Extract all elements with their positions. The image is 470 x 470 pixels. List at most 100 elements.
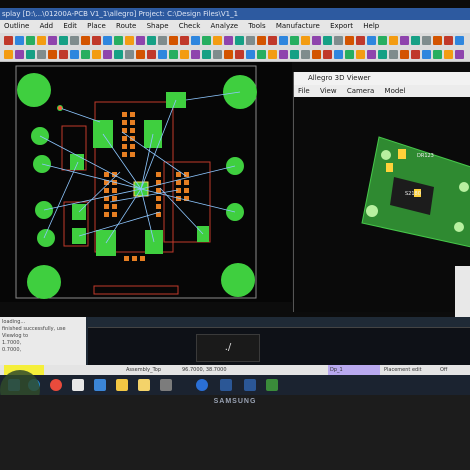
toolbar-button-icon[interactable] (92, 50, 101, 59)
toolbar-button-icon[interactable] (246, 50, 255, 59)
word-icon[interactable] (220, 379, 232, 391)
store-icon[interactable] (94, 379, 106, 391)
toolbar-button-icon[interactable] (411, 36, 420, 45)
menu-help[interactable]: Help (359, 20, 383, 33)
toolbar-button-icon[interactable] (345, 36, 354, 45)
toolbar-button-icon[interactable] (422, 36, 431, 45)
menu-manufacture[interactable]: Manufacture (272, 20, 324, 33)
toolbar-button-icon[interactable] (180, 36, 189, 45)
3d-menu-file[interactable]: File (294, 85, 314, 97)
toolbar-button-icon[interactable] (411, 50, 420, 59)
toolbar-button-icon[interactable] (147, 36, 156, 45)
toolbar-button-icon[interactable] (268, 50, 277, 59)
toolbar-button-icon[interactable] (444, 50, 453, 59)
menu-check[interactable]: Check (175, 20, 205, 33)
toolbar-button-icon[interactable] (367, 36, 376, 45)
allegro-icon[interactable] (266, 379, 278, 391)
toolbar-button-icon[interactable] (136, 36, 145, 45)
command-input[interactable]: ./ (196, 334, 260, 362)
toolbar-button-icon[interactable] (246, 36, 255, 45)
toolbar-button-icon[interactable] (114, 50, 123, 59)
toolbar-button-icon[interactable] (400, 36, 409, 45)
menu-place[interactable]: Place (83, 20, 110, 33)
toolbar-button-icon[interactable] (367, 50, 376, 59)
3d-viewer-window[interactable]: Allegro 3D Viewer File View Camera Model… (293, 72, 470, 312)
menu-shape[interactable]: Shape (143, 20, 173, 33)
toolbar-button-icon[interactable] (400, 50, 409, 59)
toolbar-button-icon[interactable] (279, 36, 288, 45)
folder-icon[interactable] (138, 379, 150, 391)
menu-outline[interactable]: Outline (0, 20, 33, 33)
toolbar-button-icon[interactable] (323, 36, 332, 45)
toolbar-button-icon[interactable] (70, 50, 79, 59)
toolbar-button-icon[interactable] (301, 36, 310, 45)
menu-edit[interactable]: Edit (59, 20, 81, 33)
toolbar-button-icon[interactable] (323, 50, 332, 59)
toolbar-button-icon[interactable] (433, 50, 442, 59)
toolbar-button-icon[interactable] (4, 36, 13, 45)
toolbar-button-icon[interactable] (444, 36, 453, 45)
toolbar-button-icon[interactable] (290, 36, 299, 45)
toolbar-button-icon[interactable] (202, 50, 211, 59)
toolbar-button-icon[interactable] (37, 50, 46, 59)
toolbar-button-icon[interactable] (169, 50, 178, 59)
toolbar-button-icon[interactable] (356, 36, 365, 45)
chrome-icon[interactable] (50, 379, 62, 391)
menu-route[interactable]: Route (112, 20, 140, 33)
design-canvas[interactable] (0, 62, 292, 302)
toolbar-button-icon[interactable] (224, 50, 233, 59)
menu-export[interactable]: Export (326, 20, 357, 33)
ie-icon[interactable] (196, 379, 208, 391)
toolbar-button-icon[interactable] (257, 36, 266, 45)
toolbar-button-icon[interactable] (59, 36, 68, 45)
toolbar-button-icon[interactable] (147, 50, 156, 59)
3d-menu-view[interactable]: View (316, 85, 341, 97)
toolbar-button-icon[interactable] (158, 50, 167, 59)
toolbar-button-icon[interactable] (81, 50, 90, 59)
toolbar-button-icon[interactable] (356, 50, 365, 59)
toolbar-button-icon[interactable] (26, 36, 35, 45)
toolbar-button-icon[interactable] (37, 36, 46, 45)
toolbar-button-icon[interactable] (389, 36, 398, 45)
toolbar-button-icon[interactable] (15, 50, 24, 59)
toolbar-button-icon[interactable] (114, 36, 123, 45)
toolbar-button-icon[interactable] (169, 36, 178, 45)
toolbar-button-icon[interactable] (345, 50, 354, 59)
toolbar-button-icon[interactable] (389, 50, 398, 59)
toolbar-button-icon[interactable] (125, 50, 134, 59)
toolbar-button-icon[interactable] (136, 50, 145, 59)
toolbar-button-icon[interactable] (103, 50, 112, 59)
toolbar-button-icon[interactable] (125, 36, 134, 45)
toolbar-button-icon[interactable] (158, 36, 167, 45)
toolbar-button-icon[interactable] (213, 50, 222, 59)
toolbar-button-icon[interactable] (334, 50, 343, 59)
toolbar-button-icon[interactable] (191, 36, 200, 45)
menu-tools[interactable]: Tools (244, 20, 269, 33)
toolbar-button-icon[interactable] (235, 50, 244, 59)
toolbar-button-icon[interactable] (103, 36, 112, 45)
3d-menu-model[interactable]: Model (381, 85, 410, 97)
toolbar-button-icon[interactable] (26, 50, 35, 59)
toolbar-button-icon[interactable] (81, 36, 90, 45)
toolbar-button-icon[interactable] (59, 50, 68, 59)
toolbar-button-icon[interactable] (92, 36, 101, 45)
toolbar-button-icon[interactable] (290, 50, 299, 59)
toolbar-button-icon[interactable] (257, 50, 266, 59)
toolbar-button-icon[interactable] (312, 36, 321, 45)
toolbar-button-icon[interactable] (180, 50, 189, 59)
toolbar-button-icon[interactable] (213, 36, 222, 45)
toolbar-button-icon[interactable] (48, 50, 57, 59)
toolbar-button-icon[interactable] (301, 50, 310, 59)
toolbar-button-icon[interactable] (334, 36, 343, 45)
toolbar-button-icon[interactable] (202, 36, 211, 45)
toolbar-button-icon[interactable] (224, 36, 233, 45)
toolbar-button-icon[interactable] (312, 50, 321, 59)
toolbar-button-icon[interactable] (191, 50, 200, 59)
toolbar-button-icon[interactable] (455, 50, 464, 59)
toolbar-button-icon[interactable] (70, 36, 79, 45)
toolbar-button-icon[interactable] (455, 36, 464, 45)
toolbar-button-icon[interactable] (268, 36, 277, 45)
3d-menu-camera[interactable]: Camera (343, 85, 378, 97)
toolbar-button-icon[interactable] (235, 36, 244, 45)
toolbar-button-icon[interactable] (378, 36, 387, 45)
